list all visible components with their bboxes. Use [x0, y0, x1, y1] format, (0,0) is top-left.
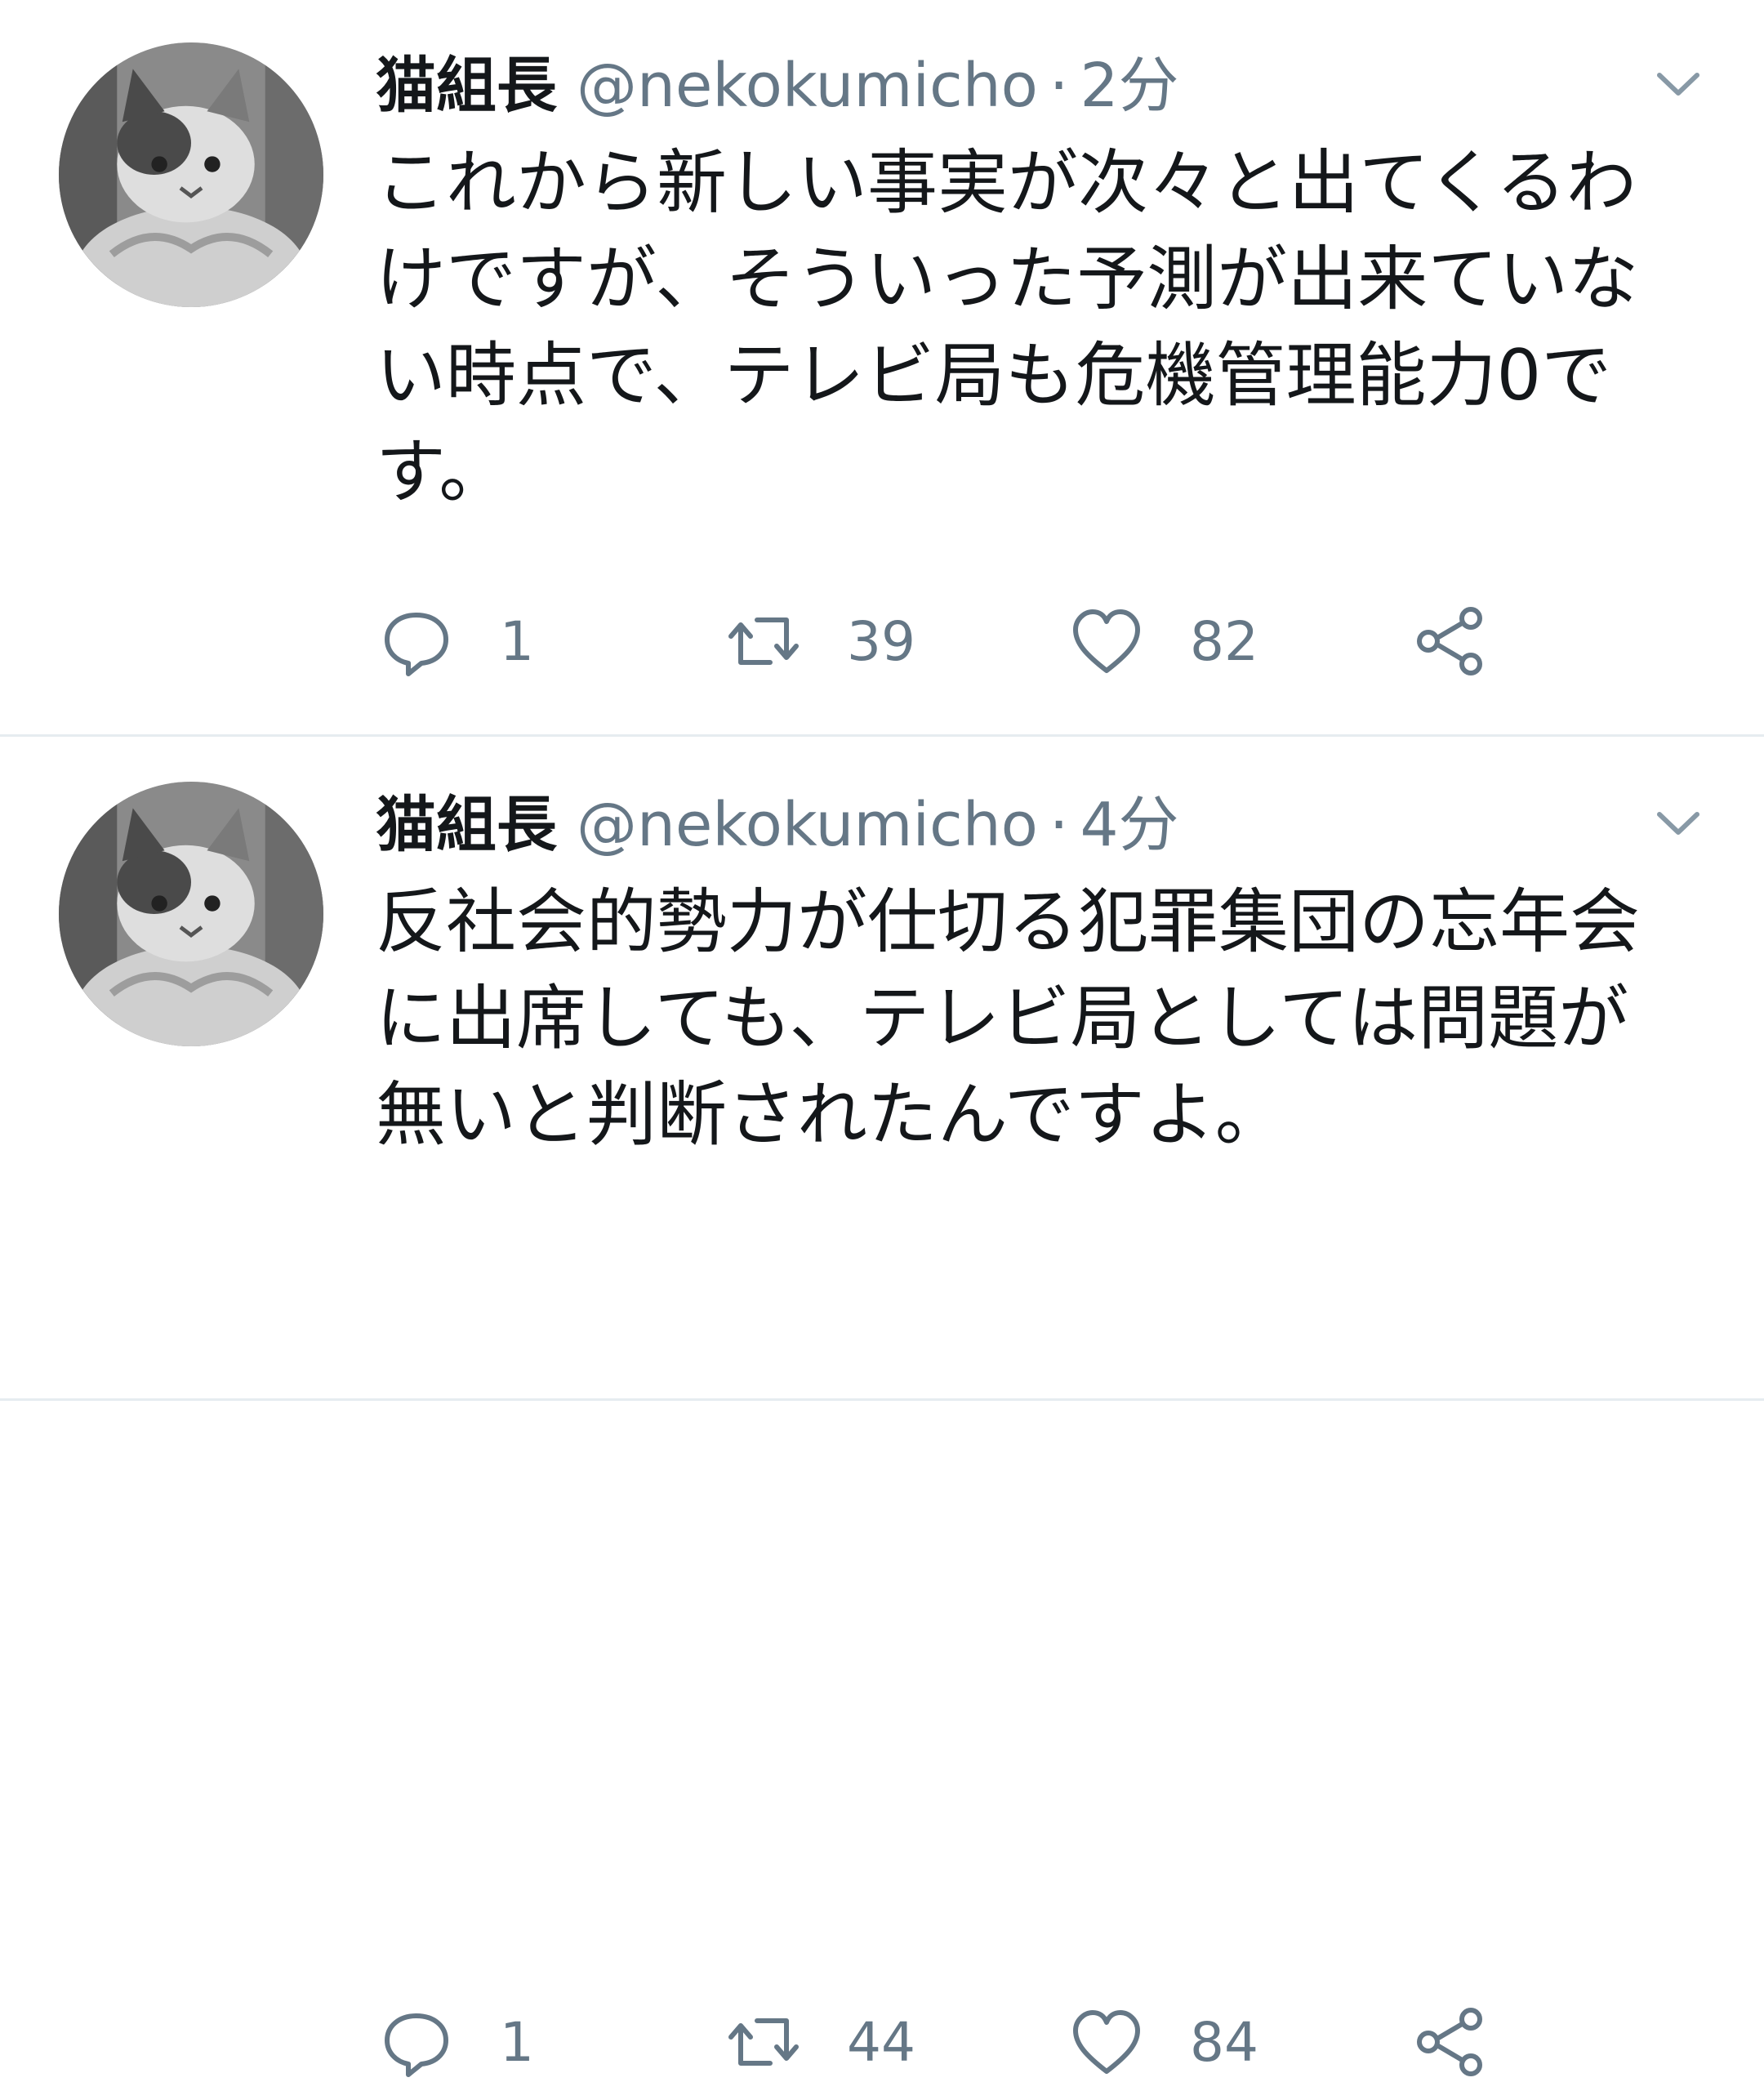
like-count: 84 — [1190, 2010, 1258, 2074]
tweet-text: 反社会的勢力が仕切る犯罪集団の忘年会に出席しても、テレビ局としては問題が無いと判… — [376, 881, 1640, 1156]
separator-dot: · — [1049, 51, 1069, 121]
reply-count: 1 — [500, 2010, 534, 2074]
display-name[interactable]: 猫組長 — [376, 51, 557, 121]
share-button[interactable] — [1409, 1993, 1490, 2091]
tweet-actions: 1 39 82 — [376, 592, 1519, 690]
share-button[interactable] — [1409, 592, 1490, 690]
tweet-actions: 1 44 84 — [376, 1993, 1519, 2091]
user-handle[interactable]: @nekokumicho — [577, 790, 1038, 860]
reply-icon — [385, 2013, 448, 2077]
like-button[interactable]: 82 — [1066, 592, 1258, 690]
tweet[interactable]: 猫組長 @nekokumicho · 4分 反社会的勢力が仕切る犯罪集団の忘年会に出席… — [0, 739, 1764, 2077]
retweet-icon — [728, 2018, 799, 2066]
timestamp[interactable]: 4分 — [1080, 790, 1178, 860]
chevron-down-icon — [1657, 73, 1699, 96]
like-button[interactable]: 84 — [1066, 1993, 1258, 2091]
heart-icon — [1073, 609, 1140, 673]
heart-icon — [1073, 2010, 1140, 2074]
tweet-menu-button[interactable] — [1650, 59, 1707, 108]
tweet-text: これから新しい事実が次々と出てくるわけですが、そういった予測が出来ていない時点で… — [376, 142, 1639, 513]
reply-icon — [385, 613, 448, 676]
avatar[interactable] — [59, 42, 323, 307]
user-handle[interactable]: @nekokumicho — [577, 51, 1038, 121]
timestamp[interactable]: 2分 — [1080, 51, 1178, 121]
display-name[interactable]: 猫組長 — [376, 790, 557, 860]
retweet-count: 44 — [847, 2010, 915, 2074]
retweet-button[interactable]: 39 — [723, 592, 915, 690]
tweet-header: 猫組長 @nekokumicho · 4分 — [376, 780, 1179, 870]
retweet-count: 39 — [847, 609, 915, 673]
like-count: 82 — [1190, 609, 1258, 673]
cat-avatar-icon — [59, 42, 323, 307]
cat-avatar-icon — [59, 782, 323, 1046]
share-icon — [1417, 2008, 1482, 2076]
share-icon — [1417, 607, 1482, 675]
reply-button[interactable]: 1 — [376, 592, 534, 690]
tweet-menu-button[interactable] — [1650, 798, 1707, 847]
chevron-down-icon — [1657, 812, 1699, 835]
reply-button[interactable]: 1 — [376, 1993, 534, 2091]
retweet-icon — [728, 617, 799, 665]
tweet[interactable]: 猫組長 @nekokumicho · 2分 これから新しい事実が次々と出てくるわけです… — [0, 0, 1764, 737]
reply-count: 1 — [500, 609, 534, 673]
avatar[interactable] — [59, 782, 323, 1046]
separator-dot: · — [1049, 790, 1069, 860]
tweet-header: 猫組長 @nekokumicho · 2分 — [376, 41, 1179, 131]
retweet-button[interactable]: 44 — [723, 1993, 915, 2091]
